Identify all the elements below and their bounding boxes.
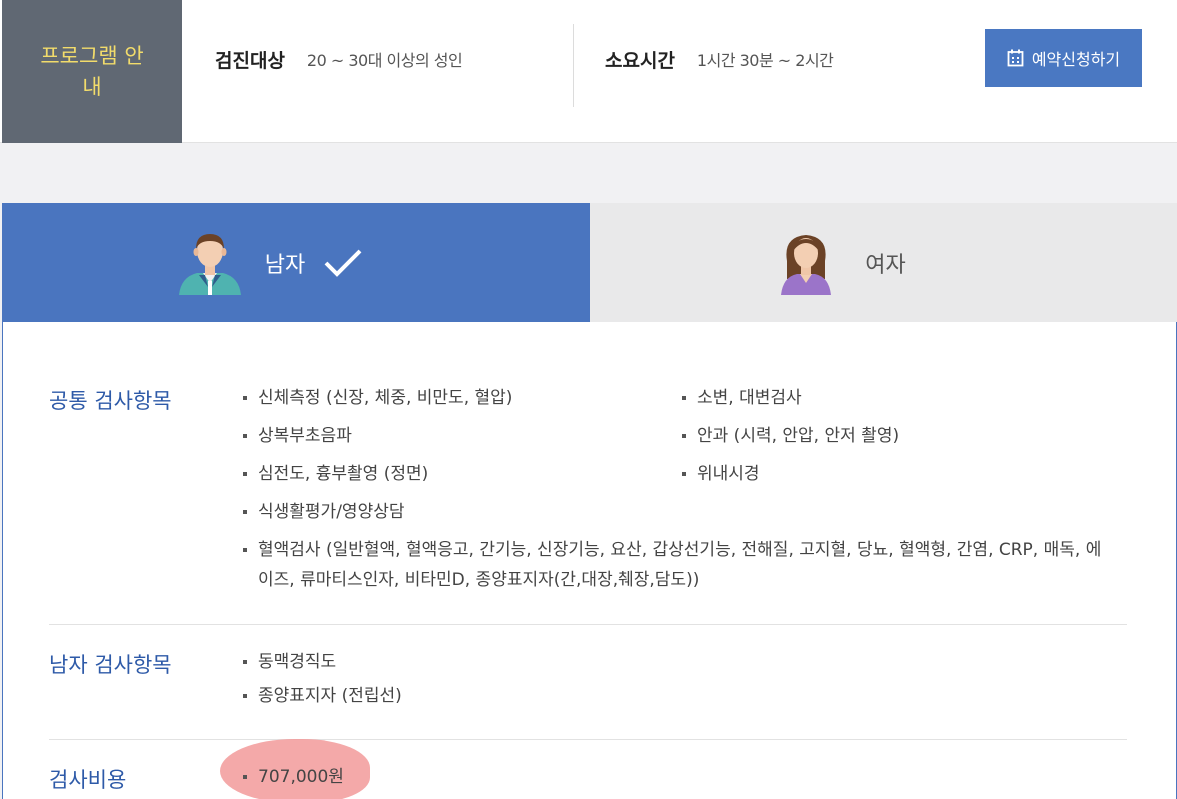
list-item: 신체측정 (신장, 체중, 비만도, 혈압) <box>243 383 1103 413</box>
section-divider <box>49 624 1127 625</box>
header-divider <box>573 24 574 107</box>
target-label: 검진대상 <box>215 49 285 72</box>
duration-info: 소요시간 1시간 30분 ~ 2시간 <box>605 4 834 114</box>
calendar-icon <box>1007 49 1024 67</box>
duration-value: 1시간 30분 ~ 2시간 <box>696 51 834 70</box>
list-item: 안과 (시력, 안압, 안저 촬영) <box>682 421 899 451</box>
tab-female[interactable]: 여자 <box>590 203 1177 323</box>
list-item: 혈액검사 (일반혈액, 혈액응고, 간기능, 신장기능, 요산, 갑상선기능, … <box>243 535 1103 595</box>
program-info-title: 프로그램 안내 <box>40 43 144 99</box>
male-section-title: 남자 검사항목 <box>49 653 172 677</box>
list-item: 식생활평가/영양상담 <box>243 497 1103 527</box>
list-item: 위내시경 <box>682 459 899 489</box>
section-divider <box>49 739 1127 740</box>
common-items-col1: 신체측정 (신장, 체중, 비만도, 혈압) 상복부초음파 심전도, 흉부촬영 … <box>243 383 1103 595</box>
list-item: 상복부초음파 <box>243 421 1103 451</box>
list-item: 소변, 대변검사 <box>682 383 899 413</box>
target-value: 20 ~ 30대 이상의 성인 <box>306 51 463 70</box>
duration-label: 소요시간 <box>605 49 675 72</box>
female-avatar-icon <box>781 234 832 295</box>
cost-section-title: 검사비용 <box>49 768 127 792</box>
male-items: 동맥경직도 종양표지자 (전립선) <box>243 647 402 711</box>
list-item: 심전도, 흉부촬영 (정면) <box>243 459 1103 489</box>
reserve-button-label: 예약신청하기 <box>1031 50 1121 69</box>
tab-male-label: 남자 <box>264 253 306 278</box>
program-header: 프로그램 안내 검진대상 20 ~ 30대 이상의 성인 소요시간 1시간 30… <box>0 0 1177 143</box>
program-info-box: 프로그램 안내 <box>2 0 182 143</box>
cost-items: 707,000원 <box>243 762 344 792</box>
gender-tabs: 남자 여자 <box>2 203 1177 323</box>
list-item: 종양표지자 (전립선) <box>243 681 402 711</box>
tab-female-label: 여자 <box>865 252 906 278</box>
check-icon <box>324 249 362 277</box>
common-section-title: 공통 검사항목 <box>49 389 172 413</box>
reserve-button[interactable]: 예약신청하기 <box>985 29 1142 87</box>
tab-male[interactable]: 남자 <box>2 203 590 323</box>
list-item: 707,000원 <box>243 762 344 792</box>
male-avatar-icon <box>178 234 241 295</box>
list-item: 동맥경직도 <box>243 647 402 677</box>
common-items-col2: 소변, 대변검사 안과 (시력, 안압, 안저 촬영) 위내시경 <box>682 383 899 489</box>
target-info: 검진대상 20 ~ 30대 이상의 성인 <box>215 4 463 114</box>
